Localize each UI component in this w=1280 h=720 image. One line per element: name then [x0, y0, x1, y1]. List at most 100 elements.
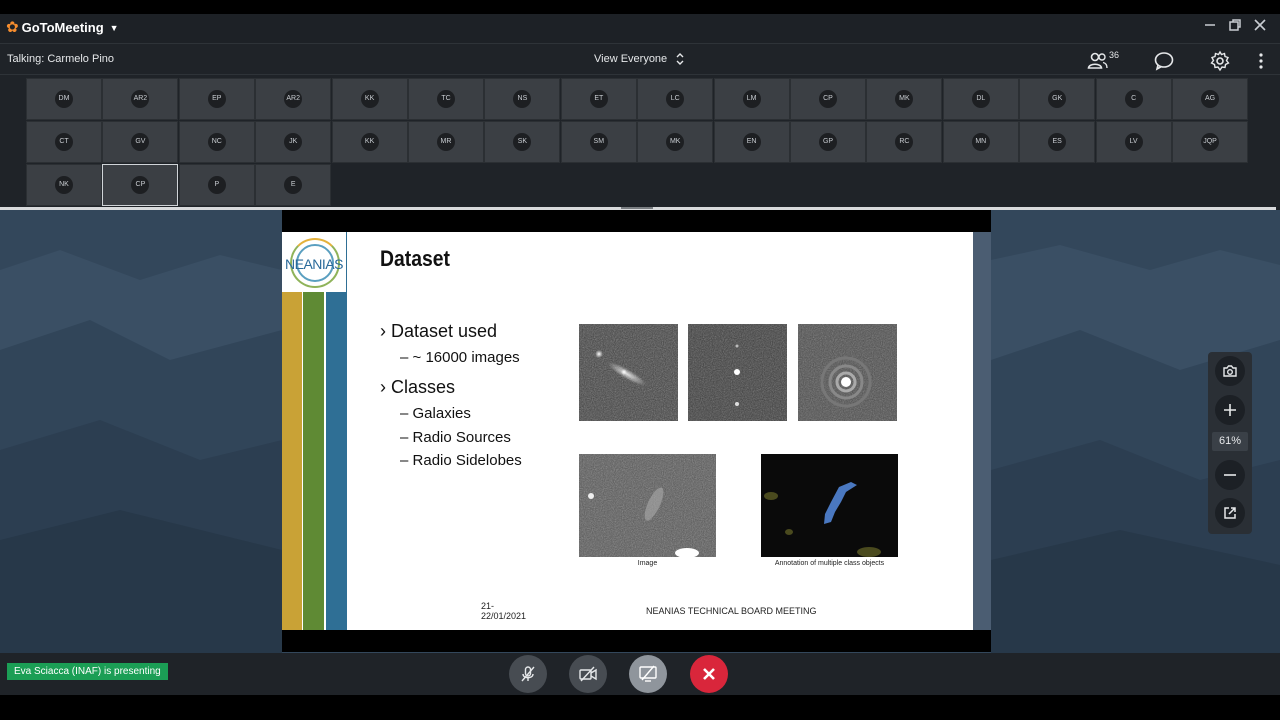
zoom-in-button[interactable]	[1215, 395, 1245, 425]
participant-tile[interactable]: KK	[331, 78, 408, 120]
participant-tile[interactable]: ES	[1019, 121, 1096, 163]
resize-handle[interactable]	[621, 207, 653, 209]
participant-tile[interactable]: NS	[484, 78, 561, 120]
snapshot-button[interactable]	[1215, 356, 1245, 386]
participant-tile[interactable]: MR	[408, 121, 484, 163]
participant-tile[interactable]: SM	[560, 121, 637, 163]
bullet-classes: › Classes	[380, 377, 456, 397]
participant-tile[interactable]: LM	[713, 78, 790, 120]
participant-tile[interactable]: MN	[942, 121, 1019, 163]
participant-tile[interactable]: SK	[484, 121, 561, 163]
camera-off-icon	[579, 666, 597, 682]
participant-tile[interactable]: KK	[331, 121, 408, 163]
subbullet-text: ~ 16000 images	[412, 349, 520, 366]
subbullet-images: – ~ 16000 images	[400, 349, 520, 366]
participant-tile[interactable]: JK	[255, 121, 332, 163]
mute-button[interactable]	[509, 655, 547, 693]
participant-tile[interactable]: AR2	[102, 78, 179, 120]
participant-tile[interactable]: LV	[1095, 121, 1172, 163]
participant-tile[interactable]: NK	[26, 164, 102, 206]
bullet-text: Classes	[391, 377, 456, 397]
participant-avatar: SM	[589, 133, 608, 151]
chat-icon	[1154, 52, 1174, 71]
bullet-dataset-used: › Dataset used	[380, 321, 498, 341]
participant-tile[interactable]: TC	[408, 78, 484, 120]
title-bar: ✿ GoToMeeting ▼	[0, 14, 1280, 44]
logo-text: NEANIAS	[285, 256, 343, 272]
participant-avatar: KK	[360, 90, 379, 108]
chat-button[interactable]	[1153, 50, 1175, 72]
slide-footer: NEANIAS TECHNICAL BOARD MEETING	[646, 606, 817, 616]
close-button[interactable]	[1250, 18, 1270, 37]
camera-button[interactable]	[569, 655, 607, 693]
presentation-view[interactable]: NEANIAS Dataset › Dataset used – ~ 16000…	[282, 210, 991, 652]
screen-share-stage: NEANIAS Dataset › Dataset used – ~ 16000…	[0, 210, 1280, 653]
screen-share-button[interactable]	[629, 655, 667, 693]
participant-tile[interactable]: C	[1095, 78, 1172, 120]
popout-icon	[1224, 507, 1236, 519]
participant-avatar: CT	[55, 133, 73, 151]
participant-avatar: NK	[55, 176, 73, 194]
attendee-count: 36	[1109, 50, 1120, 60]
participant-avatar: MK	[666, 133, 685, 151]
zoom-panel: 61%	[1208, 352, 1252, 534]
participant-tile[interactable]: GP	[790, 121, 866, 163]
bottom-controls: Eva Sciacca (INAF) is presenting	[0, 653, 1280, 695]
participant-avatar: NC	[207, 133, 226, 151]
restore-button[interactable]	[1225, 18, 1245, 37]
participant-tile[interactable]: DM	[26, 78, 102, 120]
participant-tile[interactable]: DL	[942, 78, 1019, 120]
participant-avatar: JK	[284, 133, 303, 151]
participant-tile[interactable]: EP	[178, 78, 255, 120]
participant-avatar: GV	[131, 133, 150, 151]
subbullet-text: Galaxies	[412, 405, 471, 422]
participant-tile[interactable]: GV	[102, 121, 179, 163]
minimize-icon	[1205, 24, 1215, 26]
participant-tile[interactable]: AR2	[255, 78, 332, 120]
zoom-out-button[interactable]	[1215, 460, 1245, 490]
astro-image-input	[579, 454, 716, 557]
popout-button[interactable]	[1215, 498, 1245, 528]
slide-date-line1: 21-	[481, 601, 495, 611]
participant-tile[interactable]: MK	[637, 121, 714, 163]
participant-tile[interactable]: NC	[178, 121, 255, 163]
participant-tile[interactable]: CP	[102, 164, 179, 206]
app-menu[interactable]: ✿ GoToMeeting ▼	[6, 20, 119, 35]
close-icon	[1254, 19, 1266, 31]
subbullet-text: Radio Sources	[412, 429, 511, 446]
gotomeeting-window: ✿ GoToMeeting ▼ Talking: Carmelo Pino Vi…	[0, 14, 1280, 695]
participant-tile[interactable]: MK	[866, 78, 943, 120]
participant-avatar: CP	[819, 90, 837, 108]
more-options-button[interactable]	[1250, 50, 1272, 72]
gotomeeting-logo-icon: ✿	[6, 19, 19, 36]
participant-avatar: MR	[437, 133, 455, 151]
subbullet-text: Radio Sidelobes	[412, 452, 522, 469]
astro-image-galaxy	[579, 324, 678, 421]
participant-tile[interactable]: CT	[26, 121, 102, 163]
screen-share-off-icon	[639, 665, 657, 682]
settings-button[interactable]	[1209, 50, 1231, 72]
participant-tile[interactable]: GK	[1019, 78, 1096, 120]
end-call-icon	[703, 668, 715, 680]
participant-avatar: AR2	[131, 90, 150, 108]
participant-avatar: SK	[513, 133, 532, 151]
participant-avatar: KK	[360, 133, 379, 151]
participant-tile[interactable]: ET	[560, 78, 637, 120]
participant-tile[interactable]: EN	[713, 121, 790, 163]
slide-edge	[973, 232, 991, 630]
subbullet-galaxies: – Galaxies	[400, 405, 471, 422]
participant-tile[interactable]: E	[255, 164, 332, 206]
participant-tile[interactable]: P	[178, 164, 255, 206]
participant-tile[interactable]: JQP	[1172, 121, 1248, 163]
participant-avatar: MN	[971, 133, 990, 151]
view-selector[interactable]: View Everyone	[594, 52, 685, 66]
attendees-button[interactable]	[1087, 50, 1109, 72]
slide-date-line2: 22/01/2021	[481, 611, 527, 621]
participant-avatar: EN	[742, 133, 761, 151]
participant-tile[interactable]: AG	[1172, 78, 1248, 120]
participant-tile[interactable]: LC	[637, 78, 714, 120]
minimize-button[interactable]	[1200, 18, 1220, 37]
end-call-button[interactable]	[690, 655, 728, 693]
participant-tile[interactable]: CP	[790, 78, 866, 120]
participant-tile[interactable]: RC	[866, 121, 943, 163]
